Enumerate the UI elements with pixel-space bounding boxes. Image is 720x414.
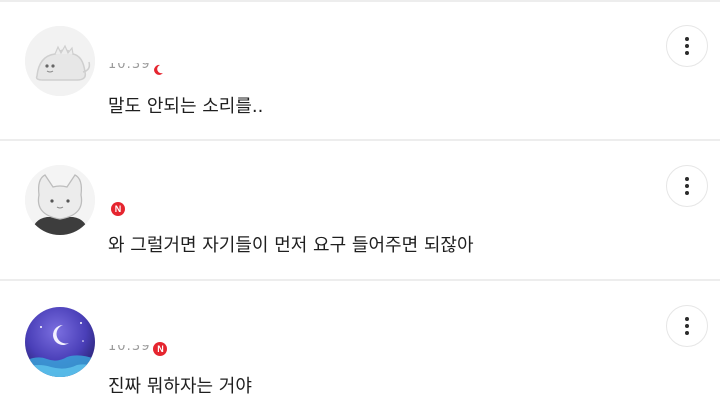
comment-text: 말도 안되는 소리를.. — [108, 96, 264, 117]
comment-time: 10:39 — [108, 62, 151, 72]
comment-list: 10:39 말도 안되는 소리를.. N 와 그럴거면 자기들이 먼저 요구 들… — [0, 0, 720, 414]
kebab-menu-icon — [685, 37, 689, 55]
new-badge: N — [153, 342, 168, 356]
comment-text: 진짜 뭐하자는 거야 — [108, 376, 252, 397]
comment-text: 와 그럴거면 자기들이 먼저 요구 들어주면 되잖아 — [108, 235, 474, 256]
comment-item: N 와 그럴거면 자기들이 먼저 요구 들어주면 되잖아 — [0, 140, 720, 278]
red-crescent-icon — [152, 61, 164, 75]
comment-time: 10:39 — [108, 344, 151, 354]
comment-item: 10:39 말도 안되는 소리를.. — [0, 0, 720, 138]
more-options-button[interactable] — [666, 25, 708, 67]
cat-avatar-icon[interactable] — [25, 165, 95, 235]
comment-meta: 10:39 — [108, 58, 164, 76]
more-options-button[interactable] — [666, 165, 708, 207]
new-badge: N — [111, 202, 125, 216]
comment-meta: 10:39 N — [108, 340, 168, 358]
more-options-button[interactable] — [666, 305, 708, 347]
moon-night-avatar-icon[interactable] — [25, 307, 95, 377]
comment-meta: N — [108, 200, 125, 218]
comment-item: 10:39 N 진짜 뭐하자는 거야 — [0, 280, 720, 414]
kebab-menu-icon — [685, 317, 689, 335]
dinosaur-avatar-icon[interactable] — [25, 26, 95, 96]
kebab-menu-icon — [685, 177, 689, 195]
